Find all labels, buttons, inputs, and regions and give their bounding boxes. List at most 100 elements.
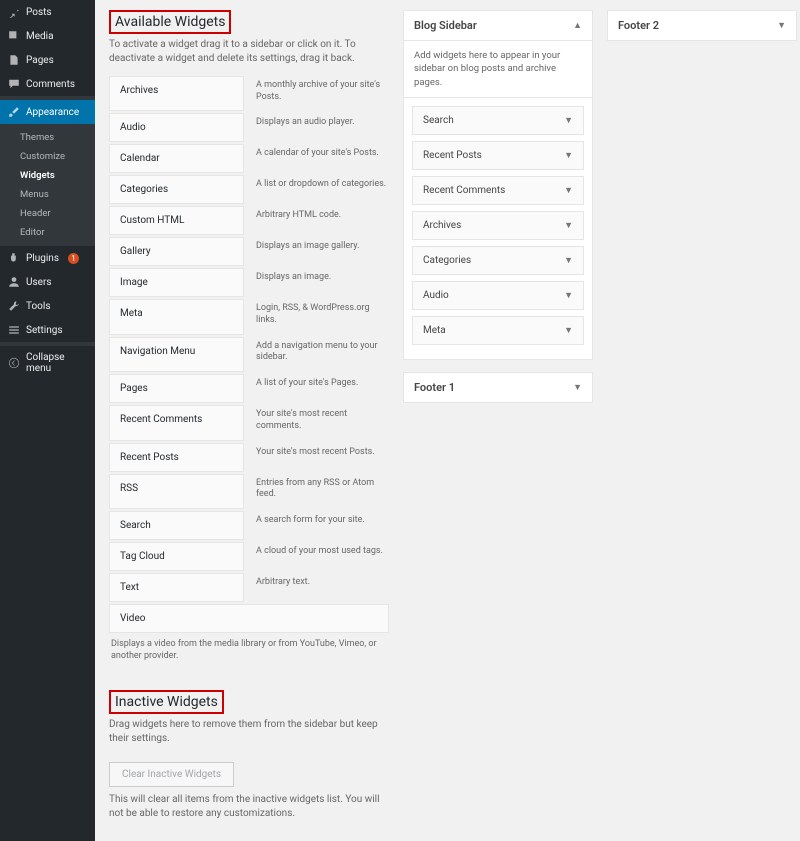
user-icon xyxy=(8,276,20,288)
caret-down-icon: ▼ xyxy=(564,115,573,126)
appearance-submenu: Themes Customize Widgets Menus Header Ed… xyxy=(0,124,95,246)
inactive-note: This will clear all items from the inact… xyxy=(109,793,389,821)
available-widget[interactable]: Video xyxy=(109,604,389,633)
plug-icon xyxy=(8,252,20,264)
area-title: Blog Sidebar xyxy=(414,19,477,32)
available-widget[interactable]: Tag Cloud xyxy=(109,542,244,571)
nav-collapse[interactable]: Collapse menu xyxy=(0,346,95,380)
widget-description: A list of your site's Pages. xyxy=(254,374,389,405)
wrench-icon xyxy=(8,300,20,312)
widget-description: A monthly archive of your site's Posts. xyxy=(254,76,389,113)
inactive-widgets-desc: Drag widgets here to remove them from th… xyxy=(109,718,389,746)
nav-comments[interactable]: Comments xyxy=(0,72,95,96)
widget-description: Displays an audio player. xyxy=(254,113,389,144)
sidebar-widget[interactable]: Archives▼ xyxy=(412,211,584,240)
nav-posts[interactable]: Posts xyxy=(0,0,95,24)
available-widget[interactable]: Recent Comments xyxy=(109,405,244,440)
sidebar-widget[interactable]: Meta▼ xyxy=(412,316,584,345)
area-title: Footer 1 xyxy=(414,381,455,394)
clear-inactive-button[interactable]: Clear Inactive Widgets xyxy=(109,762,234,787)
widget-description: A search form for your site. xyxy=(254,511,389,542)
widget-description: Entries from any RSS or Atom feed. xyxy=(254,474,389,511)
available-widget[interactable]: Categories xyxy=(109,175,244,204)
available-widget[interactable]: Search xyxy=(109,511,244,540)
nav-label: Users xyxy=(26,277,52,288)
sidebar-widget[interactable]: Search▼ xyxy=(412,106,584,135)
widget-description: Login, RSS, & WordPress.org links. xyxy=(254,299,389,336)
submenu-header[interactable]: Header xyxy=(0,204,95,223)
widget-description: A list or dropdown of categories. xyxy=(254,175,389,206)
area-title: Footer 2 xyxy=(618,19,659,32)
available-widget[interactable]: Gallery xyxy=(109,237,244,266)
nav-label: Pages xyxy=(26,55,54,66)
brush-icon xyxy=(8,106,20,118)
sliders-icon xyxy=(8,324,20,336)
widget-description: Displays an image gallery. xyxy=(254,237,389,268)
available-widget[interactable]: Text xyxy=(109,573,244,602)
sidebar-widget[interactable]: Recent Posts▼ xyxy=(412,141,584,170)
main-content: Available Widgets To activate a widget d… xyxy=(95,0,800,841)
update-badge: 1 xyxy=(68,253,79,264)
submenu-menus[interactable]: Menus xyxy=(0,185,95,204)
nav-plugins[interactable]: Plugins1 xyxy=(0,246,95,270)
caret-down-icon: ▼ xyxy=(573,382,582,393)
pin-icon xyxy=(8,6,20,18)
available-widget[interactable]: RSS xyxy=(109,474,244,509)
available-widget[interactable]: Navigation Menu xyxy=(109,337,244,372)
collapse-icon xyxy=(8,357,20,369)
caret-down-icon: ▼ xyxy=(564,325,573,336)
caret-down-icon: ▼ xyxy=(564,150,573,161)
caret-down-icon: ▼ xyxy=(564,290,573,301)
nav-users[interactable]: Users xyxy=(0,270,95,294)
widget-description: A cloud of your most used tags. xyxy=(254,542,389,573)
caret-down-icon: ▼ xyxy=(564,220,573,231)
comment-icon xyxy=(8,78,20,90)
submenu-editor[interactable]: Editor xyxy=(0,223,95,242)
available-widget[interactable]: Audio xyxy=(109,113,244,142)
admin-sidebar: Posts Media Pages Comments Appearance Th… xyxy=(0,0,95,841)
nav-label: Media xyxy=(26,31,54,42)
available-widgets-title: Available Widgets xyxy=(109,10,231,34)
sidebar-widget[interactable]: Audio▼ xyxy=(412,281,584,310)
caret-down-icon: ▼ xyxy=(564,255,573,266)
widget-description: Displays an image. xyxy=(254,268,389,299)
sidebar-widget[interactable]: Recent Comments▼ xyxy=(412,176,584,205)
area-footer2-header[interactable]: Footer 2 ▼ xyxy=(607,10,797,41)
available-widget[interactable]: Custom HTML xyxy=(109,206,244,235)
nav-media[interactable]: Media xyxy=(0,24,95,48)
widget-description: Displays a video from the media library … xyxy=(109,635,389,672)
submenu-customize[interactable]: Customize xyxy=(0,147,95,166)
media-icon xyxy=(8,30,20,42)
submenu-themes[interactable]: Themes xyxy=(0,128,95,147)
available-widgets-grid: Archives A monthly archive of your site's… xyxy=(109,76,389,672)
available-widget[interactable]: Meta xyxy=(109,299,244,334)
submenu-widgets[interactable]: Widgets xyxy=(0,166,95,185)
available-widget[interactable]: Image xyxy=(109,268,244,297)
nav-label: Settings xyxy=(26,325,63,336)
nav-label: Posts xyxy=(26,7,52,18)
area-footer1-header[interactable]: Footer 1 ▼ xyxy=(403,372,593,403)
widget-description: Arbitrary text. xyxy=(254,573,389,604)
nav-pages[interactable]: Pages xyxy=(0,48,95,72)
caret-down-icon: ▼ xyxy=(564,185,573,196)
area-blog-sidebar-header[interactable]: Blog Sidebar ▲ xyxy=(403,10,593,41)
nav-label: Comments xyxy=(26,79,75,90)
widget-description: A calendar of your site's Posts. xyxy=(254,144,389,175)
available-widget[interactable]: Recent Posts xyxy=(109,443,244,472)
area-blog-body: Search▼ Recent Posts▼ Recent Comments▼ Arch… xyxy=(403,98,593,360)
nav-label: Appearance xyxy=(26,107,79,118)
widget-description: Arbitrary HTML code. xyxy=(254,206,389,237)
available-widget[interactable]: Pages xyxy=(109,374,244,403)
available-widget[interactable]: Archives xyxy=(109,76,244,111)
inactive-widgets-title: Inactive Widgets xyxy=(109,690,224,714)
nav-appearance[interactable]: Appearance xyxy=(0,100,95,124)
caret-up-icon: ▲ xyxy=(573,20,582,31)
sidebar-widget[interactable]: Categories▼ xyxy=(412,246,584,275)
nav-tools[interactable]: Tools xyxy=(0,294,95,318)
nav-settings[interactable]: Settings xyxy=(0,318,95,342)
widget-description: Your site's most recent Posts. xyxy=(254,443,389,474)
nav-label: Tools xyxy=(26,301,50,312)
widget-description: Add a navigation menu to your sidebar. xyxy=(254,337,389,374)
available-widget[interactable]: Calendar xyxy=(109,144,244,173)
caret-down-icon: ▼ xyxy=(777,20,786,31)
